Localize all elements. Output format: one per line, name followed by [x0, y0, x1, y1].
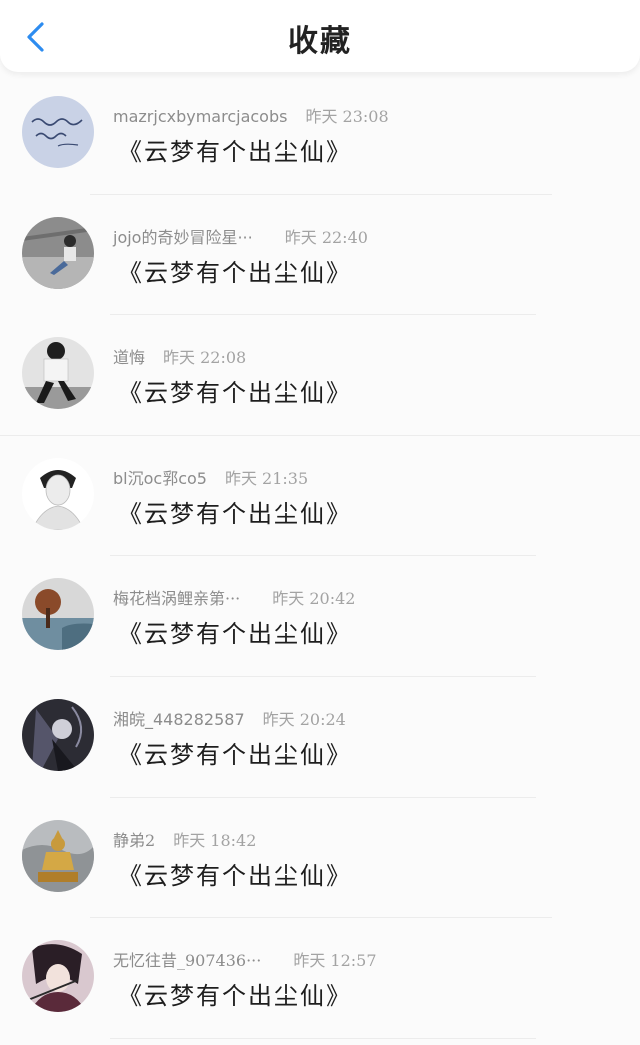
favorite-title[interactable]: 《云梦有个出尘仙》: [118, 494, 352, 529]
list-item[interactable]: 梅花档涡鲤亲第··· 昨天 20:42 《云梦有个出尘仙》: [0, 556, 640, 677]
tree-landscape-avatar-icon: [22, 578, 94, 651]
avatar[interactable]: [22, 940, 94, 1013]
list-item[interactable]: bl沉oc郛co5 昨天 21:35 《云梦有个出尘仙》: [0, 436, 640, 557]
list-item[interactable]: 无忆往昔_907436··· 昨天 12:57 《云梦有个出尘仙》: [0, 918, 640, 1039]
favorites-list: mazrjcxbymarcjacobs 昨天 23:08 《云梦有个出尘仙》 jo…: [0, 74, 640, 1039]
username[interactable]: 静弟2: [113, 827, 155, 851]
avatar[interactable]: [22, 819, 94, 892]
username[interactable]: 无忆往昔_907436···: [113, 947, 261, 971]
favorite-title[interactable]: 《云梦有个出尘仙》: [118, 976, 352, 1011]
item-meta: 无忆往昔_907436··· 昨天 12:57: [113, 947, 377, 971]
item-meta: mazrjcxbymarcjacobs 昨天 23:08: [113, 103, 389, 127]
username[interactable]: 道悔: [113, 344, 145, 368]
person-sitting-avatar-icon: [22, 216, 94, 289]
item-meta: 道悔 昨天 22:08: [113, 344, 246, 368]
timestamp: 昨天 12:57: [293, 951, 377, 971]
item-meta: 梅花档涡鲤亲第··· 昨天 20:42: [113, 585, 355, 609]
person-walking-avatar-icon: [22, 337, 94, 410]
page-title: 收藏: [288, 24, 352, 59]
avatar[interactable]: [22, 457, 94, 530]
timestamp: 昨天 22:08: [163, 348, 247, 368]
favorite-title[interactable]: 《云梦有个出尘仙》: [118, 373, 352, 408]
avatar[interactable]: [22, 337, 94, 410]
timestamp: 昨天 22:40: [284, 227, 368, 247]
list-item[interactable]: jojo的奇妙冒险星··· 昨天 22:40 《云梦有个出尘仙》: [0, 195, 640, 316]
item-meta: jojo的奇妙冒险星··· 昨天 22:40: [113, 224, 368, 248]
anime-character-avatar-icon: [22, 940, 94, 1013]
timestamp: 昨天 23:08: [305, 107, 389, 126]
favorite-title[interactable]: 《云梦有个出尘仙》: [118, 856, 352, 891]
item-meta: 湘皖_448282587 昨天 20:24: [113, 706, 346, 730]
timestamp: 昨天 21:35: [224, 468, 309, 488]
timestamp: 昨天 20:24: [262, 709, 346, 729]
handwriting-avatar-icon: [22, 96, 94, 168]
username[interactable]: bl沉oc郛co5: [113, 465, 207, 489]
timestamp: 昨天 20:42: [272, 589, 356, 609]
favorite-title[interactable]: 《云梦有个出尘仙》: [118, 132, 352, 167]
avatar[interactable]: [22, 578, 94, 651]
divider: [110, 1037, 536, 1039]
list-item[interactable]: mazrjcxbymarcjacobs 昨天 23:08 《云梦有个出尘仙》: [0, 74, 640, 195]
favorite-title[interactable]: 《云梦有个出尘仙》: [118, 253, 352, 288]
avatar[interactable]: [22, 96, 94, 168]
username[interactable]: jojo的奇妙冒险星···: [113, 224, 253, 248]
username[interactable]: mazrjcxbymarcjacobs: [113, 107, 287, 126]
timestamp: 昨天 18:42: [173, 830, 257, 850]
list-item[interactable]: 湘皖_448282587 昨天 20:24 《云梦有个出尘仙》: [0, 677, 640, 798]
top-bar: 收藏: [0, 0, 640, 72]
avatar[interactable]: [22, 216, 94, 289]
item-meta: bl沉oc郛co5 昨天 21:35: [113, 465, 308, 489]
dark-illustration-avatar-icon: [22, 698, 94, 771]
list-item[interactable]: 道悔 昨天 22:08 《云梦有个出尘仙》: [0, 315, 640, 436]
favorites-page: 收藏 mazrjcxbymarcjacobs 昨天 23:08 《云梦有个出尘仙》: [0, 0, 640, 1045]
item-meta: 静弟2 昨天 18:42: [113, 827, 256, 851]
portrait-avatar-icon: [22, 457, 94, 530]
list-item[interactable]: 静弟2 昨天 18:42 《云梦有个出尘仙》: [0, 798, 640, 919]
username[interactable]: 梅花档涡鲤亲第···: [113, 585, 240, 609]
favorite-title[interactable]: 《云梦有个出尘仙》: [118, 735, 352, 770]
avatar[interactable]: [22, 698, 94, 771]
username[interactable]: 湘皖_448282587: [113, 706, 245, 730]
statue-avatar-icon: [22, 819, 94, 892]
favorite-title[interactable]: 《云梦有个出尘仙》: [118, 614, 352, 649]
